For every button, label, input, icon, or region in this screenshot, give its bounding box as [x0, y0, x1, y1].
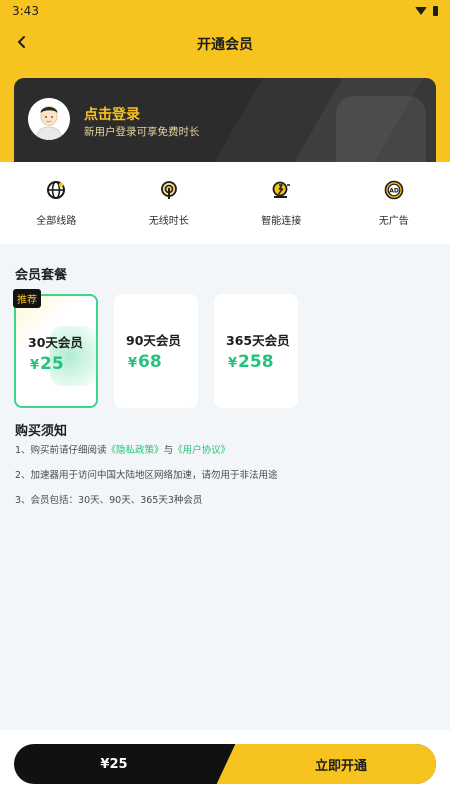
- wifi-icon: [415, 7, 427, 15]
- feature-no-ads: AD 无广告: [344, 178, 444, 227]
- feature-label: 全部线路: [36, 216, 77, 227]
- feature-label: 智能连接: [261, 216, 302, 227]
- plan-price: ¥25: [30, 354, 64, 374]
- notice-text: 与: [163, 445, 174, 456]
- battery-icon: [433, 6, 438, 16]
- feature-label: 无线时长: [148, 216, 189, 227]
- feature-smart-connect: 智能连接: [231, 178, 331, 227]
- plan-30-days[interactable]: 推荐 30天会员 ¥25: [13, 289, 98, 408]
- signal-tower-icon: [157, 178, 181, 202]
- user-agreement-link[interactable]: 《用户协议》: [173, 445, 230, 456]
- plan-name: 90天会员: [126, 333, 181, 348]
- login-title[interactable]: 点击登录: [84, 104, 140, 124]
- notice-item-2: 2、加速器用于访问中国大陆地区网络加速，请勿用于非法用途: [15, 470, 278, 481]
- page-title: 开通会员: [197, 37, 253, 53]
- privacy-policy-link[interactable]: 《隐私政策》: [107, 445, 164, 456]
- notice-title: 购买须知: [15, 424, 68, 439]
- currency-symbol: ¥: [228, 356, 238, 371]
- plan-price: ¥258: [228, 352, 274, 372]
- login-subtitle: 新用户登录可享免费时长: [84, 126, 200, 138]
- no-ads-icon: AD: [382, 178, 406, 202]
- plan-price: ¥68: [128, 352, 162, 372]
- currency-symbol: ¥: [128, 356, 138, 371]
- notice-item-3: 3、会员包括：30天、90天、365天3种会员: [15, 495, 203, 506]
- user-avatar-icon: [28, 98, 70, 140]
- plan-list: 推荐 30天会员 ¥25 90天会员 ¥68 365天会员 ¥258: [13, 289, 298, 408]
- plan-name: 30天会员: [28, 335, 83, 350]
- price-value: 25: [40, 354, 64, 374]
- price-value: 68: [138, 352, 162, 372]
- plan-90-days[interactable]: 90天会员 ¥68: [114, 294, 198, 408]
- feature-unlimited-time: 无线时长: [119, 178, 219, 227]
- plan-name: 365天会员: [226, 333, 290, 348]
- price-value: 258: [238, 352, 274, 372]
- status-icons: [415, 6, 438, 16]
- banner-decoration: [336, 96, 426, 162]
- bottom-bar: ¥25 立即开通: [0, 730, 450, 800]
- globe-icon: [44, 178, 68, 202]
- button-label: 立即开通: [314, 758, 367, 774]
- avatar[interactable]: [28, 98, 70, 140]
- total-price: ¥25: [100, 756, 128, 772]
- recommend-badge: 推荐: [13, 289, 41, 308]
- currency-symbol: ¥: [30, 358, 40, 373]
- status-time: 3:43: [12, 4, 39, 18]
- plans-title: 会员套餐: [15, 268, 68, 283]
- login-banner[interactable]: 点击登录 新用户登录可享免费时长: [14, 78, 436, 162]
- feature-row: 全部线路 无线时长 智能连接 AD 无广告: [0, 162, 450, 244]
- status-bar: 3:43: [0, 0, 450, 22]
- smart-connect-icon: [269, 178, 293, 202]
- notice-text: 1、购买前请仔细阅读: [15, 445, 107, 456]
- plan-365-days[interactable]: 365天会员 ¥258: [214, 294, 298, 408]
- feature-label: 无广告: [378, 216, 409, 227]
- pay-bar: ¥25 立即开通: [14, 744, 436, 784]
- svg-text:AD: AD: [389, 187, 399, 194]
- open-membership-button[interactable]: 立即开通: [246, 744, 436, 784]
- notice-item-1: 1、购买前请仔细阅读《隐私政策》与《用户协议》: [15, 442, 230, 456]
- feature-all-routes: 全部线路: [6, 178, 106, 227]
